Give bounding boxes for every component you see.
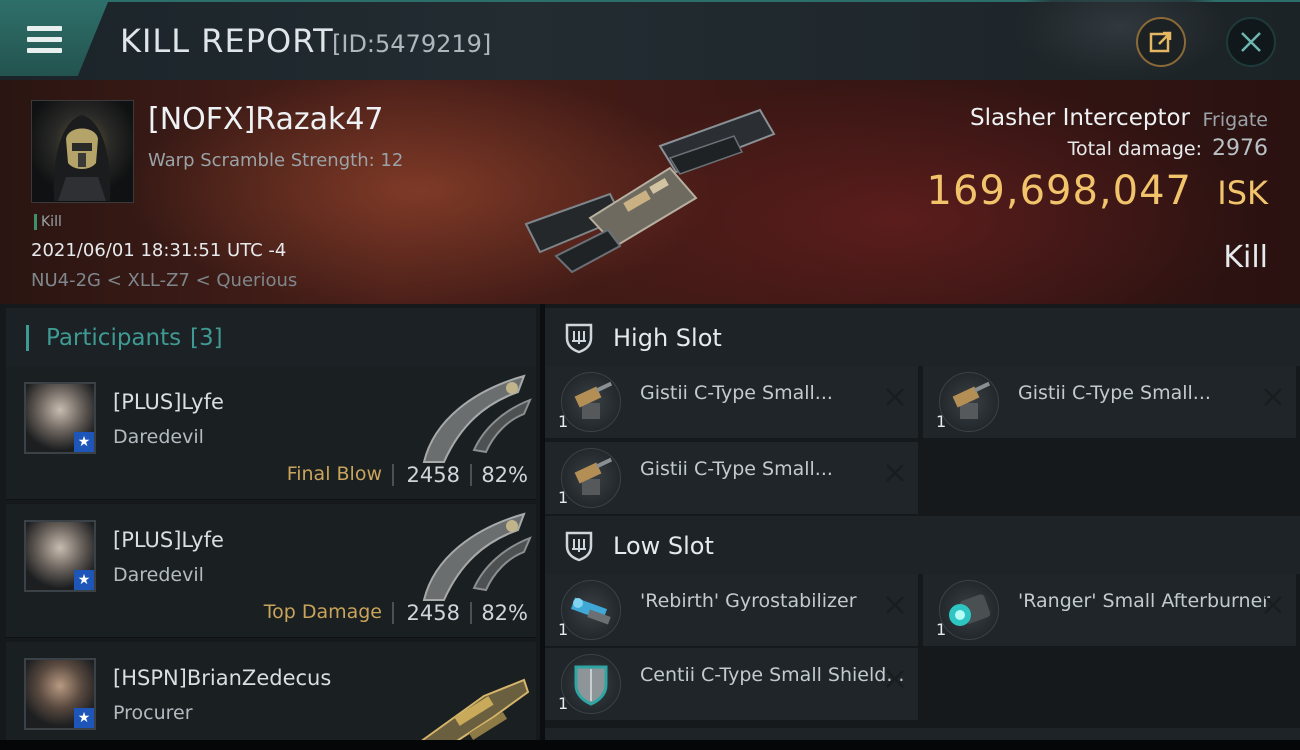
module-quantity: 1 bbox=[936, 412, 947, 431]
participant-row[interactable]: ★ [PLUS]Lyfe Daredevil Top Damage 2458 8… bbox=[6, 504, 536, 638]
participant-ship: Daredevil bbox=[113, 426, 204, 448]
participant-avatar[interactable]: ★ bbox=[24, 382, 96, 454]
participants-count: [3] bbox=[190, 325, 223, 351]
destroyed-x-icon bbox=[886, 464, 904, 482]
shield-module-icon bbox=[561, 654, 621, 714]
gyrostabilizer-module-icon bbox=[561, 580, 621, 640]
victim-ship-image bbox=[524, 108, 776, 274]
hamburger-menu-icon bbox=[27, 26, 62, 59]
divider bbox=[470, 464, 472, 486]
participant-damage-percent: 82% bbox=[481, 601, 528, 625]
participant-row[interactable]: ★ [PLUS]Lyfe Daredevil Final Blow 2458 8… bbox=[6, 366, 536, 500]
module-name: 'Rebirth' Gyrostabilizer bbox=[640, 590, 857, 612]
top-bar: KILL REPORT [ID:5479219] bbox=[0, 0, 1300, 82]
participant-ship: Procurer bbox=[113, 702, 193, 724]
participant-role: Final Blow bbox=[286, 463, 382, 485]
daredevil-ship-icon bbox=[422, 374, 532, 463]
warp-scramble-strength: Warp Scramble Strength: 12 bbox=[148, 150, 404, 171]
participant-avatar[interactable]: ★ bbox=[24, 520, 96, 592]
participants-header: Participants [3] bbox=[6, 308, 536, 366]
destroyed-x-icon bbox=[1264, 388, 1282, 406]
share-export-icon bbox=[1149, 31, 1172, 53]
victim-ship-name[interactable]: Slasher Interceptor bbox=[970, 105, 1190, 131]
participant-row[interactable]: ★ [HSPN]BrianZedecus Procurer bbox=[6, 642, 536, 750]
participant-role: Top Damage bbox=[263, 601, 382, 623]
participant-name: [PLUS]Lyfe bbox=[113, 528, 224, 552]
high-slot-header: High Slot bbox=[545, 308, 1300, 366]
planet-decoration bbox=[1010, 0, 1230, 82]
daredevil-ship-icon bbox=[422, 512, 532, 601]
turret-module-icon bbox=[939, 372, 999, 432]
star-icon: ★ bbox=[74, 708, 94, 728]
victim-avatar[interactable] bbox=[31, 100, 134, 203]
module-name: Gistii C-Type Small... bbox=[640, 458, 833, 480]
module-name: Centii C-Type Small Shield... bbox=[640, 664, 905, 686]
participant-damage-percent: 82% bbox=[481, 463, 528, 487]
divider bbox=[392, 602, 394, 624]
participant-name: [PLUS]Lyfe bbox=[113, 390, 224, 414]
victim-name[interactable]: [NOFX]Razak47 bbox=[148, 102, 384, 137]
procurer-ship-icon bbox=[418, 678, 530, 750]
module-item[interactable]: 1 Centii C-Type Small Shield... bbox=[545, 648, 918, 720]
close-icon bbox=[1241, 32, 1261, 52]
star-icon: ★ bbox=[74, 432, 94, 452]
divider bbox=[392, 464, 394, 486]
module-quantity: 1 bbox=[558, 694, 569, 713]
low-slot-header: Low Slot bbox=[545, 516, 1300, 574]
participants-label: Participants bbox=[46, 325, 182, 351]
module-quantity: 1 bbox=[558, 620, 569, 639]
module-item[interactable]: 1 Gistii C-Type Small... bbox=[923, 366, 1296, 438]
high-slot-label: High Slot bbox=[613, 324, 722, 352]
participants-panel: Participants [3] ★ [PLUS]Lyfe Daredevil … bbox=[0, 304, 540, 750]
isk-value: 169,698,047 bbox=[926, 168, 1192, 214]
module-quantity: 1 bbox=[558, 488, 569, 507]
module-name: 'Ranger' Small Afterburner bbox=[1018, 590, 1271, 612]
destroyed-x-icon bbox=[886, 596, 904, 614]
victim-banner: [NOFX]Razak47 Warp Scramble Strength: 12… bbox=[0, 80, 1300, 304]
participant-ship: Daredevil bbox=[113, 564, 204, 586]
module-item[interactable]: 1 Gistii C-Type Small... bbox=[545, 442, 918, 514]
report-id: [ID:5479219] bbox=[332, 30, 492, 58]
menu-button[interactable] bbox=[0, 2, 108, 76]
share-button[interactable] bbox=[1136, 17, 1186, 67]
participant-damage: 2458 bbox=[406, 463, 460, 487]
total-damage-value: 2976 bbox=[1212, 136, 1268, 161]
helmet-portrait-icon bbox=[53, 115, 111, 201]
kill-location-route: NU4-2G < XLL-Z7 < Querious bbox=[31, 270, 298, 291]
participant-name: [HSPN]BrianZedecus bbox=[113, 666, 332, 690]
kill-timestamp: 2021/06/01 18:31:51 UTC -4 bbox=[31, 240, 287, 261]
star-icon: ★ bbox=[74, 570, 94, 590]
participants-accent-bar bbox=[26, 325, 29, 351]
close-button[interactable] bbox=[1226, 17, 1276, 67]
turret-module-icon bbox=[561, 372, 621, 432]
module-name: Gistii C-Type Small... bbox=[640, 382, 833, 404]
destroyed-x-icon bbox=[1264, 596, 1282, 614]
module-item[interactable]: 1 Gistii C-Type Small... bbox=[545, 366, 918, 438]
high-slot-icon bbox=[565, 323, 593, 354]
afterburner-module-icon bbox=[939, 580, 999, 640]
total-damage-label: Total damage: bbox=[1067, 138, 1202, 160]
destroyed-x-icon bbox=[886, 670, 904, 688]
low-slot-label: Low Slot bbox=[613, 532, 714, 560]
participant-damage: 2458 bbox=[406, 601, 460, 625]
destroyed-x-icon bbox=[886, 388, 904, 406]
turret-module-icon bbox=[561, 448, 621, 508]
module-quantity: 1 bbox=[936, 620, 947, 639]
module-item[interactable]: 1 'Ranger' Small Afterburner bbox=[923, 574, 1296, 646]
victim-ship-class: Frigate bbox=[1202, 109, 1268, 131]
participant-avatar[interactable]: ★ bbox=[24, 658, 96, 730]
module-quantity: 1 bbox=[558, 412, 569, 431]
fittings-panel: High Slot 1 Gistii C-Type Small... 1 Gis… bbox=[545, 304, 1300, 750]
module-item[interactable]: 1 'Rebirth' Gyrostabilizer bbox=[545, 574, 918, 646]
page-title: KILL REPORT bbox=[120, 22, 334, 60]
isk-unit: ISK bbox=[1217, 174, 1268, 212]
divider bbox=[470, 602, 472, 624]
kill-tag: Kill bbox=[34, 214, 62, 230]
bottom-edge bbox=[0, 740, 1300, 750]
low-slot-icon bbox=[565, 531, 593, 562]
module-name: Gistii C-Type Small... bbox=[1018, 382, 1211, 404]
kill-result: Kill bbox=[1223, 240, 1268, 275]
